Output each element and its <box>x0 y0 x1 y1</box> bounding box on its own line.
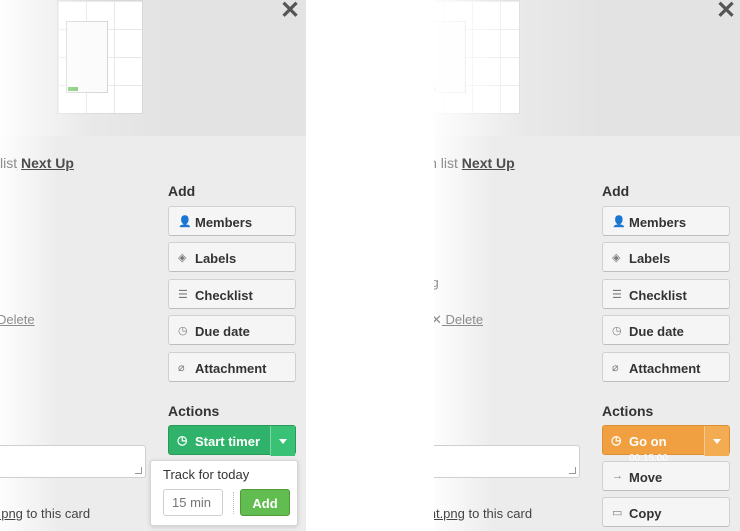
popover-title: Track for today <box>163 467 250 482</box>
minutes-input[interactable] <box>163 489 223 516</box>
due-date-button[interactable]: ◷ Due date <box>602 315 730 345</box>
attachment-button[interactable]: ⌀ Attachment <box>602 352 730 382</box>
members-button[interactable]: 👤 Members <box>602 206 730 236</box>
clock-icon: ◷ <box>178 325 188 337</box>
attachment-file-link[interactable]: t.png <box>0 506 23 521</box>
attachment-name: png <box>434 275 439 290</box>
close-icon[interactable]: ✕ <box>280 0 300 25</box>
paperclip-icon: ⌀ <box>612 362 619 374</box>
actions-heading: Actions <box>168 403 220 419</box>
close-icon[interactable]: ✕ <box>716 0 736 25</box>
comment-input[interactable] <box>0 445 146 478</box>
timer-dropdown-toggle[interactable] <box>270 426 295 456</box>
add-heading: Add <box>602 183 630 199</box>
list-link[interactable]: Next Up <box>462 155 515 171</box>
delete-attachment-link[interactable]: ✕ Delete <box>434 312 483 328</box>
clock-icon: ◷ <box>612 325 622 337</box>
list-info: in list Next Up <box>434 155 515 171</box>
move-button[interactable]: → Move <box>602 461 730 491</box>
checklist-button[interactable]: ☰ Checklist <box>602 279 730 309</box>
attachment-button[interactable]: ⌀ Attachment <box>168 352 296 382</box>
track-time-popover: Track for today Add <box>150 460 298 526</box>
add-time-button[interactable]: Add <box>240 489 290 516</box>
clock-icon: ◷ <box>177 433 188 447</box>
copy-icon: ▭ <box>612 507 623 519</box>
tag-icon: ◈ <box>612 252 621 264</box>
members-button[interactable]: 👤 Members <box>168 206 296 236</box>
start-timer-split-button: ◷ Start timer <box>168 425 296 456</box>
attachment-file-link[interactable]: vent.png <box>434 506 465 521</box>
person-icon: 👤 <box>178 216 192 228</box>
arrow-right-icon: → <box>612 470 623 482</box>
attachment-activity: vent.png to this card <box>434 506 532 521</box>
actions-heading: Actions <box>602 403 654 419</box>
paperclip-icon: ⌀ <box>178 362 185 374</box>
add-heading: Add <box>168 183 196 199</box>
labels-button[interactable]: ◈ Labels <box>168 242 296 272</box>
copy-button[interactable]: ▭ Copy <box>602 497 730 527</box>
attachment-activity: t.png to this card <box>0 506 90 521</box>
clock-icon: ◷ <box>611 433 622 447</box>
tag-icon: ◈ <box>178 252 187 264</box>
start-timer-button[interactable]: ◷ Start timer <box>169 426 271 456</box>
x-icon: ✕ <box>434 312 442 327</box>
due-date-button[interactable]: ◷ Due date <box>168 315 296 345</box>
list-icon: ☰ <box>178 289 188 301</box>
go-on-timer-button[interactable]: ◷ Go on 00:15:00 <box>603 426 705 464</box>
checklist-button[interactable]: ☰ Checklist <box>168 279 296 309</box>
delete-attachment-link[interactable]: Delete <box>0 312 35 327</box>
labels-button[interactable]: ◈ Labels <box>602 242 730 272</box>
list-link[interactable]: Next Up <box>21 155 74 171</box>
card-panel-right: ✕ in list Next Up png ✕ Delete vent.png … <box>434 0 740 531</box>
list-info: list Next Up <box>0 155 74 171</box>
running-timer-split-button: ◷ Go on 00:15:00 <box>602 425 730 464</box>
list-icon: ☰ <box>612 289 622 301</box>
person-icon: 👤 <box>612 216 626 228</box>
comment-input[interactable] <box>434 445 580 478</box>
timer-dropdown-toggle[interactable] <box>704 426 729 456</box>
card-panel-left: ✕ list Next Up Delete t.png to this card… <box>0 0 306 531</box>
